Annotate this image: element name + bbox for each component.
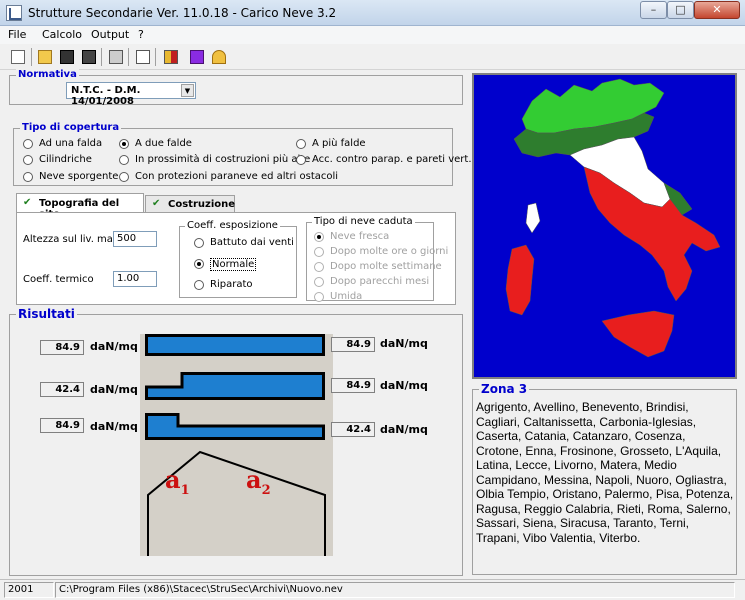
maximize-button[interactable]: □: [667, 1, 694, 19]
esposizione-group: Coeff. esposizione Battuto dai venti Nor…: [179, 220, 297, 298]
save-all-icon[interactable]: [79, 48, 99, 66]
blank-page-icon[interactable]: [133, 48, 153, 66]
load-bar-3: [145, 413, 325, 440]
toolbar-separator: [31, 48, 32, 66]
check-icon: ✔: [23, 197, 32, 208]
toolbar: [0, 44, 745, 70]
unit-label: daN/mq: [90, 420, 138, 433]
menu-file[interactable]: File: [8, 28, 26, 41]
copertura-group: Tipo di copertura Ad una falda A due fal…: [13, 122, 472, 186]
toolbar-separator: [128, 48, 129, 66]
italy-map: [505, 78, 721, 358]
altezza-input[interactable]: 500: [113, 231, 157, 247]
result-right-1: 84.9: [331, 337, 375, 352]
app-icon: [6, 5, 22, 21]
chevron-down-icon[interactable]: ▼: [181, 84, 194, 97]
unit-label: daN/mq: [90, 340, 138, 353]
coeff-termico-label: Coeff. termico: [23, 274, 94, 285]
toolbar-separator: [155, 48, 156, 66]
print-icon[interactable]: [106, 48, 126, 66]
tab-topografia[interactable]: ✔ Topografia del sito: [16, 193, 144, 220]
risultati-legend: Risultati: [16, 307, 77, 321]
normativa-legend: Normativa: [16, 69, 79, 80]
normativa-value: N.T.C. - D.M. 14/01/2008: [71, 85, 141, 107]
coeff-termico-input[interactable]: 1.00: [113, 271, 157, 287]
title-bar: Strutture Secondarie Ver. 11.0.18 - Cari…: [0, 0, 745, 26]
toolbar-separator: [101, 48, 102, 66]
tab-costruzione-label: Costruzione: [168, 199, 236, 210]
load-bar-1: [145, 334, 325, 356]
zona-group: Zona 3 Agrigento, Avellino, Benevento, B…: [472, 382, 737, 575]
result-right-3: 42.4: [331, 422, 375, 437]
menu-output[interactable]: Output: [91, 28, 129, 41]
menu-help[interactable]: ?: [138, 28, 144, 41]
export-icon[interactable]: [161, 48, 181, 66]
result-right-2: 84.9: [331, 378, 375, 393]
tab-panel-topografia: Altezza sul liv. mare 500 Coeff. termico…: [16, 212, 456, 305]
zona-province-list: Agrigento, Avellino, Benevento, Brindisi…: [476, 400, 734, 545]
tab-costruzione[interactable]: ✔ Costruzione: [145, 195, 235, 213]
esposizione-legend: Coeff. esposizione: [185, 220, 280, 231]
window-title: Strutture Secondarie Ver. 11.0.18 - Cari…: [28, 6, 337, 20]
altezza-label: Altezza sul liv. mare: [23, 234, 123, 245]
check-icon: ✔: [152, 198, 161, 209]
load-bar-3-shape: [145, 413, 325, 440]
status-path: C:\Program Files (x86)\Stacec\StruSec\Ar…: [55, 582, 735, 598]
save-icon[interactable]: [57, 48, 77, 66]
status-year: 2001: [4, 582, 54, 598]
status-bar: 2001 C:\Program Files (x86)\Stacec\StruS…: [0, 579, 745, 600]
neve-legend: Tipo di neve caduta: [312, 216, 415, 227]
result-left-2: 42.4: [40, 382, 84, 397]
load-bar-2: [145, 372, 325, 400]
close-button[interactable]: ✕: [694, 1, 740, 19]
snow-zone-map[interactable]: [472, 73, 737, 379]
normativa-select[interactable]: N.T.C. - D.M. 14/01/2008 ▼: [66, 82, 196, 107]
book-icon[interactable]: [187, 48, 207, 66]
a2-label: a2: [246, 465, 271, 498]
menu-calcolo[interactable]: Calcolo: [42, 28, 82, 41]
load-bar-2-shape: [145, 372, 325, 400]
unit-label: daN/mq: [380, 423, 428, 436]
result-left-1: 84.9: [40, 340, 84, 355]
minimize-button[interactable]: –: [640, 1, 667, 19]
neve-group: Tipo di neve caduta Neve fresca Dopo mol…: [306, 216, 448, 302]
menu-bar: File Calcolo Output ?: [0, 26, 745, 44]
open-folder-icon[interactable]: [35, 48, 55, 66]
a1-label: a1: [165, 465, 190, 498]
unit-label: daN/mq: [380, 379, 428, 392]
unit-label: daN/mq: [90, 383, 138, 396]
unit-label: daN/mq: [380, 337, 428, 350]
result-left-3: 84.9: [40, 418, 84, 433]
new-document-icon[interactable]: [8, 48, 28, 66]
copertura-legend: Tipo di copertura: [20, 122, 122, 133]
help-icon[interactable]: [209, 48, 229, 66]
zona-title: Zona 3: [479, 382, 530, 396]
normativa-group: Normativa N.T.C. - D.M. 14/01/2008 ▼: [9, 69, 463, 107]
